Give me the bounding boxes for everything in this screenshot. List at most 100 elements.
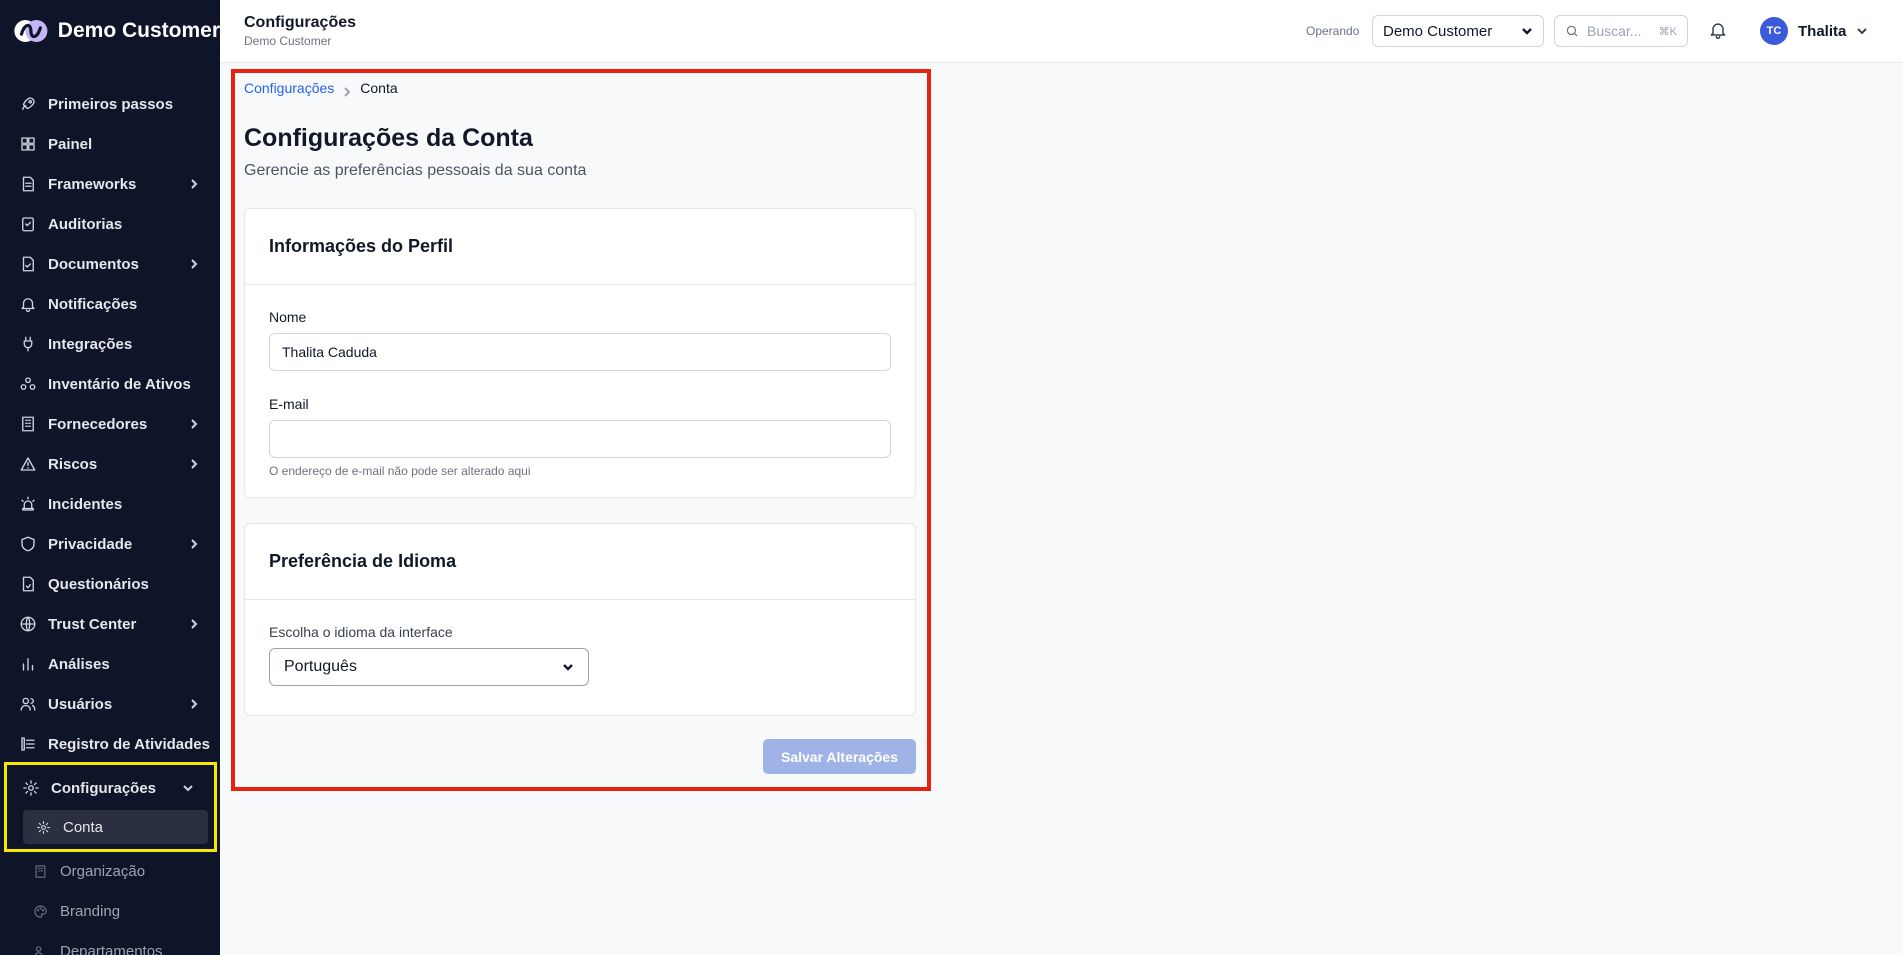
- sidebar-item-label: Registro de Atividades: [48, 735, 210, 753]
- bar-chart-icon: [18, 654, 38, 674]
- building-icon: [18, 414, 38, 434]
- name-input[interactable]: Thalita Caduda: [269, 333, 891, 371]
- header-subtitle: Demo Customer: [244, 34, 332, 48]
- bell-icon: [18, 294, 38, 314]
- sidebar-config-sublist: Organização Branding Departamentos: [0, 848, 220, 955]
- avatar: TC: [1760, 17, 1788, 45]
- search-icon: [1566, 25, 1578, 37]
- sidebar-item-incidentes[interactable]: Incidentes: [0, 484, 220, 524]
- sidebar-item-label: Análises: [48, 655, 110, 673]
- questionnaire-icon: [18, 574, 38, 594]
- sidebar-subitem-branding[interactable]: Branding: [20, 894, 214, 928]
- shield-icon: [18, 534, 38, 554]
- search-input[interactable]: Buscar... ⌘K: [1554, 15, 1688, 47]
- profile-card-title: Informações do Perfil: [269, 236, 454, 256]
- sidebar-subitem-departamentos[interactable]: Departamentos: [20, 934, 214, 955]
- brand-name: Demo Customer: [57, 19, 220, 42]
- sidebar-item-notificacoes[interactable]: Notificações: [0, 284, 220, 324]
- sidebar-item-label: Privacidade: [48, 535, 133, 553]
- profile-card: Informações do Perfil Nome Thalita Cadud…: [244, 208, 916, 498]
- plug-icon: [18, 334, 38, 354]
- organization-select-value: Demo Customer: [1383, 22, 1493, 40]
- sidebar-subitem-label: Conta: [63, 818, 104, 836]
- sidebar-item-label: Painel: [48, 135, 93, 153]
- sidebar-item-trust-center[interactable]: Trust Center: [0, 604, 220, 644]
- chevron-down-icon: [182, 782, 194, 794]
- language-card-title: Preferência de Idioma: [269, 551, 457, 571]
- sidebar-item-inventario-ativos[interactable]: Inventário de Ativos: [0, 364, 220, 404]
- language-card: Preferência de Idioma Escolha o idioma d…: [244, 523, 916, 716]
- activity-log-icon: [18, 734, 38, 754]
- sidebar-item-primeiros-passos[interactable]: Primeiros passos: [0, 84, 220, 124]
- chevron-right-icon: [188, 538, 200, 550]
- brand[interactable]: Demo Customer: [0, 0, 220, 62]
- sidebar-item-usuarios[interactable]: Usuários: [0, 684, 220, 724]
- top-header: Configurações Demo Customer Operando Dem…: [220, 0, 1903, 63]
- page-title: Configurações da Conta: [244, 124, 533, 152]
- gear-icon: [35, 819, 51, 835]
- users-icon: [32, 943, 48, 955]
- sidebar-subitem-conta[interactable]: Conta: [23, 810, 208, 844]
- email-input[interactable]: [269, 420, 891, 458]
- sidebar-item-label: Configurações: [51, 779, 157, 797]
- sidebar-item-painel[interactable]: Painel: [0, 124, 220, 164]
- sidebar-item-auditorias[interactable]: Auditorias: [0, 204, 220, 244]
- sidebar-item-integracoes[interactable]: Integrações: [0, 324, 220, 364]
- user-name: Thalita: [1798, 22, 1847, 40]
- globe-icon: [18, 614, 38, 634]
- sidebar-item-privacidade[interactable]: Privacidade: [0, 524, 220, 564]
- brand-logo-icon: [14, 19, 48, 43]
- chevron-right-icon: [188, 178, 200, 190]
- chevron-down-icon: [1522, 28, 1532, 35]
- chevron-right-icon: [188, 258, 200, 270]
- clipboard-check-icon: [18, 214, 38, 234]
- assets-icon: [18, 374, 38, 394]
- sidebar-item-label: Inventário de Ativos: [48, 375, 191, 393]
- sidebar-item-configuracoes[interactable]: Configurações: [7, 768, 214, 808]
- notifications-button[interactable]: [1708, 20, 1730, 42]
- sidebar-item-label: Integrações: [48, 335, 133, 353]
- organization-select[interactable]: Demo Customer: [1372, 15, 1544, 47]
- operando-label: Operando: [1306, 24, 1360, 38]
- rocket-icon: [18, 94, 38, 114]
- sidebar-subitem-label: Branding: [60, 902, 121, 920]
- sidebar-nav: Primeiros passos Painel Frameworks Audit…: [0, 84, 220, 764]
- profile-card-body: Nome Thalita Caduda E-mail O endereço de…: [245, 285, 915, 478]
- sidebar-item-label: Documentos: [48, 255, 139, 273]
- sidebar-item-label: Incidentes: [48, 495, 123, 513]
- breadcrumb-parent-link[interactable]: Configurações: [244, 80, 334, 96]
- sidebar-item-registro-atividades[interactable]: Registro de Atividades: [0, 724, 220, 764]
- chevron-down-icon: [1857, 28, 1868, 35]
- user-menu[interactable]: TC Thalita: [1760, 17, 1868, 45]
- search-placeholder: Buscar...: [1587, 23, 1642, 39]
- users-icon: [18, 694, 38, 714]
- siren-icon: [18, 494, 38, 514]
- sidebar-item-analises[interactable]: Análises: [0, 644, 220, 684]
- email-help-text: O endereço de e-mail não pode ser altera…: [269, 464, 531, 478]
- dashboard-icon: [18, 134, 38, 154]
- sidebar-item-questionarios[interactable]: Questionários: [0, 564, 220, 604]
- save-changes-button[interactable]: Salvar Alterações: [763, 739, 916, 774]
- building-icon: [32, 863, 48, 879]
- sidebar-item-fornecedores[interactable]: Fornecedores: [0, 404, 220, 444]
- breadcrumb: Configurações Conta: [244, 80, 398, 97]
- language-select[interactable]: Português: [269, 648, 589, 686]
- sidebar-item-frameworks[interactable]: Frameworks: [0, 164, 220, 204]
- sidebar-item-riscos[interactable]: Riscos: [0, 444, 220, 484]
- palette-icon: [32, 903, 48, 919]
- breadcrumb-current: Conta: [360, 80, 398, 96]
- sidebar-item-label: Frameworks: [48, 175, 137, 193]
- sidebar-subitem-organizacao[interactable]: Organização: [20, 854, 214, 888]
- language-label: Escolha o idioma da interface: [269, 624, 453, 640]
- page-description: Gerencie as preferências pessoais da sua…: [244, 162, 587, 179]
- chevron-down-icon: [563, 664, 573, 671]
- sidebar-subitem-label: Departamentos: [60, 942, 163, 955]
- chevron-right-icon: [188, 418, 200, 430]
- language-select-value: Português: [284, 658, 357, 675]
- profile-card-header: Informações do Perfil: [245, 209, 915, 285]
- sidebar-item-documentos[interactable]: Documentos: [0, 244, 220, 284]
- bell-icon: [1710, 23, 1726, 40]
- sidebar-item-label: Trust Center: [48, 615, 137, 633]
- sidebar-config-group: Configurações Conta: [4, 762, 217, 852]
- sidebar-item-label: Primeiros passos: [48, 95, 174, 113]
